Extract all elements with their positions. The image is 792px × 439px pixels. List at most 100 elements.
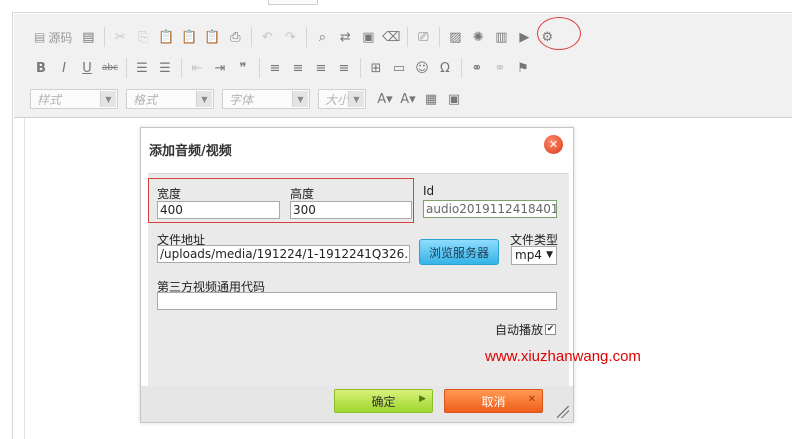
text-color-button[interactable]: A▾ bbox=[374, 88, 396, 110]
unlink-button[interactable]: ⚭ bbox=[489, 57, 511, 79]
scissors-icon: ✂ bbox=[114, 29, 126, 45]
width-input[interactable]: 400 bbox=[157, 201, 280, 219]
paste-word-icon: 📋 bbox=[204, 29, 221, 45]
editor-toolbar: ▤ 源码 ▤ ✂ ⎘ 📋 📋 📋 ⎙ ↶ ↷ ⌕ ⇄ ▣ ⌫ ⎚ ▨ ✺ ▥ ▶ ⚙ B I Uabc ☰ ☰ ⇤ ⇥ ❞ ≡ ≡ ≡ ≡ ⊞ ▭… bbox=[14, 14, 792, 118]
smiley-button[interactable]: ☺ bbox=[411, 57, 433, 79]
remove-format-button[interactable]: ⌫ bbox=[380, 26, 402, 48]
strike-button[interactable]: abc bbox=[99, 57, 121, 79]
bg-color-button[interactable]: A▾ bbox=[397, 88, 419, 110]
special-char-button[interactable]: Ω bbox=[434, 57, 456, 79]
file-type-select[interactable]: mp4 ▼ bbox=[511, 246, 557, 265]
height-label: 高度 bbox=[290, 187, 315, 201]
third-party-code-input[interactable] bbox=[157, 292, 557, 310]
numbered-list-button[interactable]: ☰ bbox=[131, 57, 153, 79]
quote-icon: ❞ bbox=[239, 60, 247, 76]
format-select[interactable]: 格式 ▼ bbox=[126, 89, 214, 109]
link-icon: ⚭ bbox=[471, 60, 483, 76]
show-blocks-button[interactable]: ▦ bbox=[420, 88, 442, 110]
maximize-button[interactable]: ▣ bbox=[443, 88, 465, 110]
print-button[interactable]: ⎙ bbox=[224, 26, 246, 48]
show-blocks-icon: ▦ bbox=[424, 91, 438, 107]
size-select-label: 大小 bbox=[325, 92, 350, 107]
anchor-button[interactable]: ⚑ bbox=[512, 57, 534, 79]
browse-server-button[interactable]: 浏览服务器 bbox=[419, 239, 499, 265]
cancel-button[interactable]: 取消 ✕ bbox=[444, 389, 543, 413]
paste-text-icon: 📋 bbox=[181, 29, 198, 45]
chevron-down-icon: ▼ bbox=[292, 91, 308, 107]
italic-button[interactable]: I bbox=[53, 57, 75, 79]
toolbar-row-1: ▤ 源码 ▤ ✂ ⎘ 📋 📋 📋 ⎙ ↶ ↷ ⌕ ⇄ ▣ ⌫ ⎚ ▨ ✺ ▥ ▶ ⚙ bbox=[30, 25, 559, 49]
justify-button[interactable]: ≡ bbox=[333, 57, 355, 79]
align-center-icon: ≡ bbox=[292, 60, 304, 76]
omega-icon: Ω bbox=[440, 60, 450, 76]
font-select-label: 字体 bbox=[229, 92, 254, 107]
image-button[interactable]: ▨ bbox=[444, 26, 466, 48]
align-center-button[interactable]: ≡ bbox=[287, 57, 309, 79]
styles-select[interactable]: 样式 ▼ bbox=[30, 89, 118, 109]
image-icon: ▨ bbox=[449, 29, 462, 45]
select-all-button[interactable]: ▣ bbox=[357, 26, 379, 48]
flag-icon: ⚑ bbox=[517, 60, 529, 76]
size-select[interactable]: 大小 ▼ bbox=[318, 89, 366, 109]
autoplay-checkbox[interactable]: ✔ bbox=[545, 324, 557, 335]
smiley-icon: ☺ bbox=[415, 60, 429, 76]
paste-button[interactable]: 📋 bbox=[155, 26, 177, 48]
blockquote-button[interactable]: ❞ bbox=[232, 57, 254, 79]
resize-grip-icon[interactable] bbox=[557, 406, 569, 418]
replace-button[interactable]: ⇄ bbox=[334, 26, 356, 48]
indent-button[interactable]: ⇥ bbox=[209, 57, 231, 79]
flash-button[interactable]: ✺ bbox=[467, 26, 489, 48]
horizontal-rule-button[interactable]: ▭ bbox=[388, 57, 410, 79]
justify-icon: ≡ bbox=[338, 60, 350, 76]
width-label: 宽度 bbox=[157, 187, 182, 201]
redo-icon: ↷ bbox=[284, 29, 296, 45]
video-button[interactable]: ▶ bbox=[513, 26, 535, 48]
align-right-button[interactable]: ≡ bbox=[310, 57, 332, 79]
ok-button[interactable]: 确定 ▶ bbox=[334, 389, 433, 413]
find-button[interactable]: ⌕ bbox=[311, 26, 333, 48]
close-icon[interactable]: ✕ bbox=[544, 135, 563, 154]
link-button[interactable]: ⚭ bbox=[466, 57, 488, 79]
underline-button[interactable]: U bbox=[76, 57, 98, 79]
outdent-button[interactable]: ⇤ bbox=[186, 57, 208, 79]
print-icon: ⎙ bbox=[230, 29, 241, 45]
id-label: Id bbox=[423, 184, 435, 198]
format-select-label: 格式 bbox=[133, 92, 158, 107]
table-icon: ⊞ bbox=[370, 60, 382, 76]
cut-button[interactable]: ✂ bbox=[109, 26, 131, 48]
chevron-down-icon: ▼ bbox=[196, 91, 212, 107]
undo-button[interactable]: ↶ bbox=[256, 26, 278, 48]
copy-button[interactable]: ⎘ bbox=[132, 26, 154, 48]
align-left-button[interactable]: ≡ bbox=[264, 57, 286, 79]
preview-icon: ⎚ bbox=[418, 29, 429, 45]
table-button[interactable]: ⊞ bbox=[365, 57, 387, 79]
toolbar-row-3: 样式 ▼ 格式 ▼ 字体 ▼ 大小 ▼ A▾ A▾ ▦ ▣ bbox=[30, 87, 466, 111]
toolbar-separator bbox=[461, 58, 462, 78]
underline-icon: U bbox=[82, 60, 92, 76]
media-button[interactable]: ▥ bbox=[490, 26, 512, 48]
height-input[interactable]: 300 bbox=[290, 201, 412, 219]
id-input[interactable]: audio20191124184013 bbox=[423, 200, 557, 218]
source-button[interactable]: ▤ 源码 bbox=[30, 26, 76, 48]
templates-button[interactable]: ▤ bbox=[77, 26, 99, 48]
ok-label: 确定 bbox=[371, 394, 396, 409]
preview-button[interactable]: ⎚ bbox=[412, 26, 434, 48]
toolbar-row-2: B I Uabc ☰ ☰ ⇤ ⇥ ❞ ≡ ≡ ≡ ≡ ⊞ ▭ ☺ Ω ⚭ ⚭ ⚑ bbox=[30, 56, 535, 80]
autoplay-label: 自动播放 bbox=[495, 323, 544, 337]
file-url-input[interactable]: /uploads/media/191224/1-1912241Q326.mp4 bbox=[157, 245, 410, 263]
bold-button[interactable]: B bbox=[30, 57, 52, 79]
chevron-down-icon: ▼ bbox=[546, 250, 553, 260]
font-select[interactable]: 字体 ▼ bbox=[222, 89, 310, 109]
bulleted-list-button[interactable]: ☰ bbox=[154, 57, 176, 79]
redo-button[interactable]: ↷ bbox=[279, 26, 301, 48]
paste-word-button[interactable]: 📋 bbox=[201, 26, 223, 48]
align-left-icon: ≡ bbox=[269, 60, 281, 76]
video-button-highlight bbox=[537, 17, 581, 50]
outdent-icon: ⇤ bbox=[191, 60, 203, 76]
autoplay-toggle[interactable]: 自动播放 ✔ bbox=[495, 321, 557, 338]
arrow-right-icon: ▶ bbox=[419, 394, 426, 404]
toolbar-separator bbox=[439, 27, 441, 47]
source-icon: ▤ bbox=[34, 30, 46, 44]
paste-text-button[interactable]: 📋 bbox=[178, 26, 200, 48]
dialog-title: 添加音频/视频 bbox=[149, 144, 232, 159]
